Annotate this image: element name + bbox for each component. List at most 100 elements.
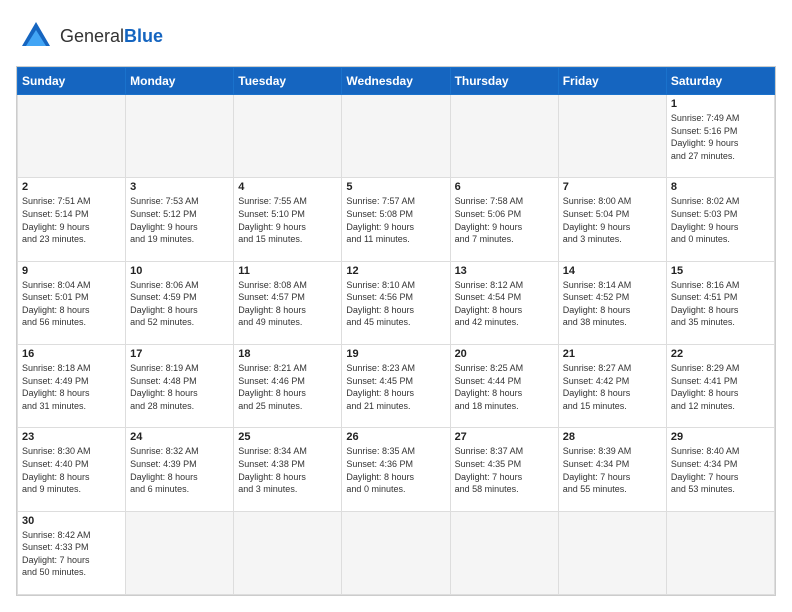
week-row: 30 Sunrise: 8:42 AMSunset: 4:33 PMDayligh… — [18, 511, 775, 594]
week-row: 2 Sunrise: 7:51 AMSunset: 5:14 PMDaylight… — [18, 178, 775, 261]
day-number: 30 — [22, 515, 121, 527]
cal-cell: 29 Sunrise: 8:40 AMSunset: 4:34 PMDayligh… — [666, 428, 774, 511]
day-number: 23 — [22, 431, 121, 443]
cell-info: Sunrise: 8:35 AMSunset: 4:36 PMDaylight:… — [346, 445, 445, 495]
cell-info: Sunrise: 8:25 AMSunset: 4:44 PMDaylight:… — [455, 362, 554, 412]
cell-info: Sunrise: 8:37 AMSunset: 4:35 PMDaylight:… — [455, 445, 554, 495]
cal-cell: 23Sunrise: 8:30 AMSunset: 4:40 PMDayligh… — [18, 428, 126, 511]
cal-cell: 7 Sunrise: 8:00 AMSunset: 5:04 PMDaylight… — [558, 178, 666, 261]
day-number: 19 — [346, 348, 445, 360]
cell-info: Sunrise: 8:10 AMSunset: 4:56 PMDaylight:… — [346, 279, 445, 329]
day-number: 15 — [671, 265, 770, 277]
day-number: 22 — [671, 348, 770, 360]
day-number: 29 — [671, 431, 770, 443]
header: GeneralBlue — [16, 16, 776, 56]
week-row: 1Sunrise: 7:49 AMSunset: 5:16 PMDaylight… — [18, 95, 775, 178]
day-number: 25 — [238, 431, 337, 443]
logo-icon — [16, 16, 56, 56]
day-number: 27 — [455, 431, 554, 443]
cal-cell: 6Sunrise: 7:58 AMSunset: 5:06 PMDaylight… — [450, 178, 558, 261]
cell-info: Sunrise: 8:34 AMSunset: 4:38 PMDaylight:… — [238, 445, 337, 495]
cal-cell: 20 Sunrise: 8:25 AMSunset: 4:44 PMDayligh… — [450, 344, 558, 427]
column-header-thursday: Thursday — [450, 68, 558, 95]
cal-cell — [342, 511, 450, 594]
cell-info: Sunrise: 7:55 AMSunset: 5:10 PMDaylight:… — [238, 195, 337, 245]
cell-info: Sunrise: 8:00 AMSunset: 5:04 PMDaylight:… — [563, 195, 662, 245]
cell-info: Sunrise: 8:08 AMSunset: 4:57 PMDaylight:… — [238, 279, 337, 329]
calendar-header: SundayMondayTuesdayWednesdayThursdayFrid… — [18, 68, 775, 95]
cell-info: Sunrise: 8:29 AMSunset: 4:41 PMDaylight:… — [671, 362, 770, 412]
cal-cell — [234, 95, 342, 178]
cal-cell: 17Sunrise: 8:19 AMSunset: 4:48 PMDayligh… — [126, 344, 234, 427]
day-number: 16 — [22, 348, 121, 360]
cell-info: Sunrise: 8:40 AMSunset: 4:34 PMDaylight:… — [671, 445, 770, 495]
cal-cell: 16Sunrise: 8:18 AMSunset: 4:49 PMDayligh… — [18, 344, 126, 427]
day-number: 28 — [563, 431, 662, 443]
cal-cell: 25 Sunrise: 8:34 AMSunset: 4:38 PMDayligh… — [234, 428, 342, 511]
cal-cell — [450, 511, 558, 594]
calendar: SundayMondayTuesdayWednesdayThursdayFrid… — [16, 66, 776, 596]
cal-cell: 10Sunrise: 8:06 AMSunset: 4:59 PMDayligh… — [126, 261, 234, 344]
cal-cell: 18Sunrise: 8:21 AMSunset: 4:46 PMDayligh… — [234, 344, 342, 427]
column-header-monday: Monday — [126, 68, 234, 95]
day-number: 11 — [238, 265, 337, 277]
cell-info: Sunrise: 8:16 AMSunset: 4:51 PMDaylight:… — [671, 279, 770, 329]
column-header-wednesday: Wednesday — [342, 68, 450, 95]
cell-info: Sunrise: 8:06 AMSunset: 4:59 PMDaylight:… — [130, 279, 229, 329]
cal-cell — [558, 95, 666, 178]
cell-info: Sunrise: 8:23 AMSunset: 4:45 PMDaylight:… — [346, 362, 445, 412]
column-header-tuesday: Tuesday — [234, 68, 342, 95]
cell-info: Sunrise: 7:57 AMSunset: 5:08 PMDaylight:… — [346, 195, 445, 245]
day-number: 26 — [346, 431, 445, 443]
cal-cell: 5 Sunrise: 7:57 AMSunset: 5:08 PMDaylight… — [342, 178, 450, 261]
week-row: 23Sunrise: 8:30 AMSunset: 4:40 PMDayligh… — [18, 428, 775, 511]
cal-cell: 11 Sunrise: 8:08 AMSunset: 4:57 PMDayligh… — [234, 261, 342, 344]
cal-cell — [450, 95, 558, 178]
day-number: 20 — [455, 348, 554, 360]
day-number: 2 — [22, 181, 121, 193]
cal-cell — [126, 95, 234, 178]
cell-info: Sunrise: 8:32 AMSunset: 4:39 PMDaylight:… — [130, 445, 229, 495]
cal-cell: 3 Sunrise: 7:53 AMSunset: 5:12 PMDaylight… — [126, 178, 234, 261]
day-number: 14 — [563, 265, 662, 277]
day-number: 4 — [238, 181, 337, 193]
cal-cell — [666, 511, 774, 594]
cell-info: Sunrise: 8:42 AMSunset: 4:33 PMDaylight:… — [22, 529, 121, 579]
cal-cell: 13 Sunrise: 8:12 AMSunset: 4:54 PMDayligh… — [450, 261, 558, 344]
week-row: 16Sunrise: 8:18 AMSunset: 4:49 PMDayligh… — [18, 344, 775, 427]
day-number: 7 — [563, 181, 662, 193]
page: GeneralBlue SundayMondayTuesdayWednesday… — [0, 0, 792, 612]
day-number: 3 — [130, 181, 229, 193]
cal-cell: 21 Sunrise: 8:27 AMSunset: 4:42 PMDayligh… — [558, 344, 666, 427]
day-number: 8 — [671, 181, 770, 193]
cal-cell — [558, 511, 666, 594]
day-number: 24 — [130, 431, 229, 443]
day-number: 18 — [238, 348, 337, 360]
cal-cell: 8 Sunrise: 8:02 AMSunset: 5:03 PMDaylight… — [666, 178, 774, 261]
cal-cell: 30 Sunrise: 8:42 AMSunset: 4:33 PMDayligh… — [18, 511, 126, 594]
calendar-body: 1Sunrise: 7:49 AMSunset: 5:16 PMDaylight… — [18, 95, 775, 595]
calendar-table: SundayMondayTuesdayWednesdayThursdayFrid… — [17, 67, 775, 595]
day-number: 21 — [563, 348, 662, 360]
day-number: 5 — [346, 181, 445, 193]
day-number: 13 — [455, 265, 554, 277]
column-header-friday: Friday — [558, 68, 666, 95]
cell-info: Sunrise: 8:27 AMSunset: 4:42 PMDaylight:… — [563, 362, 662, 412]
cal-cell: 19 Sunrise: 8:23 AMSunset: 4:45 PMDayligh… — [342, 344, 450, 427]
cell-info: Sunrise: 8:12 AMSunset: 4:54 PMDaylight:… — [455, 279, 554, 329]
cell-info: Sunrise: 7:53 AMSunset: 5:12 PMDaylight:… — [130, 195, 229, 245]
cell-info: Sunrise: 7:58 AMSunset: 5:06 PMDaylight:… — [455, 195, 554, 245]
day-number: 1 — [671, 98, 770, 110]
day-number: 12 — [346, 265, 445, 277]
cell-info: Sunrise: 7:51 AMSunset: 5:14 PMDaylight:… — [22, 195, 121, 245]
cal-cell: 24 Sunrise: 8:32 AMSunset: 4:39 PMDayligh… — [126, 428, 234, 511]
cal-cell: 1Sunrise: 7:49 AMSunset: 5:16 PMDaylight… — [666, 95, 774, 178]
cal-cell: 9Sunrise: 8:04 AMSunset: 5:01 PMDaylight… — [18, 261, 126, 344]
cal-cell: 12 Sunrise: 8:10 AMSunset: 4:56 PMDayligh… — [342, 261, 450, 344]
cell-info: Sunrise: 8:02 AMSunset: 5:03 PMDaylight:… — [671, 195, 770, 245]
cal-cell: 4 Sunrise: 7:55 AMSunset: 5:10 PMDaylight… — [234, 178, 342, 261]
cal-cell — [234, 511, 342, 594]
cal-cell: 15 Sunrise: 8:16 AMSunset: 4:51 PMDayligh… — [666, 261, 774, 344]
cell-info: Sunrise: 8:39 AMSunset: 4:34 PMDaylight:… — [563, 445, 662, 495]
cell-info: Sunrise: 8:19 AMSunset: 4:48 PMDaylight:… — [130, 362, 229, 412]
